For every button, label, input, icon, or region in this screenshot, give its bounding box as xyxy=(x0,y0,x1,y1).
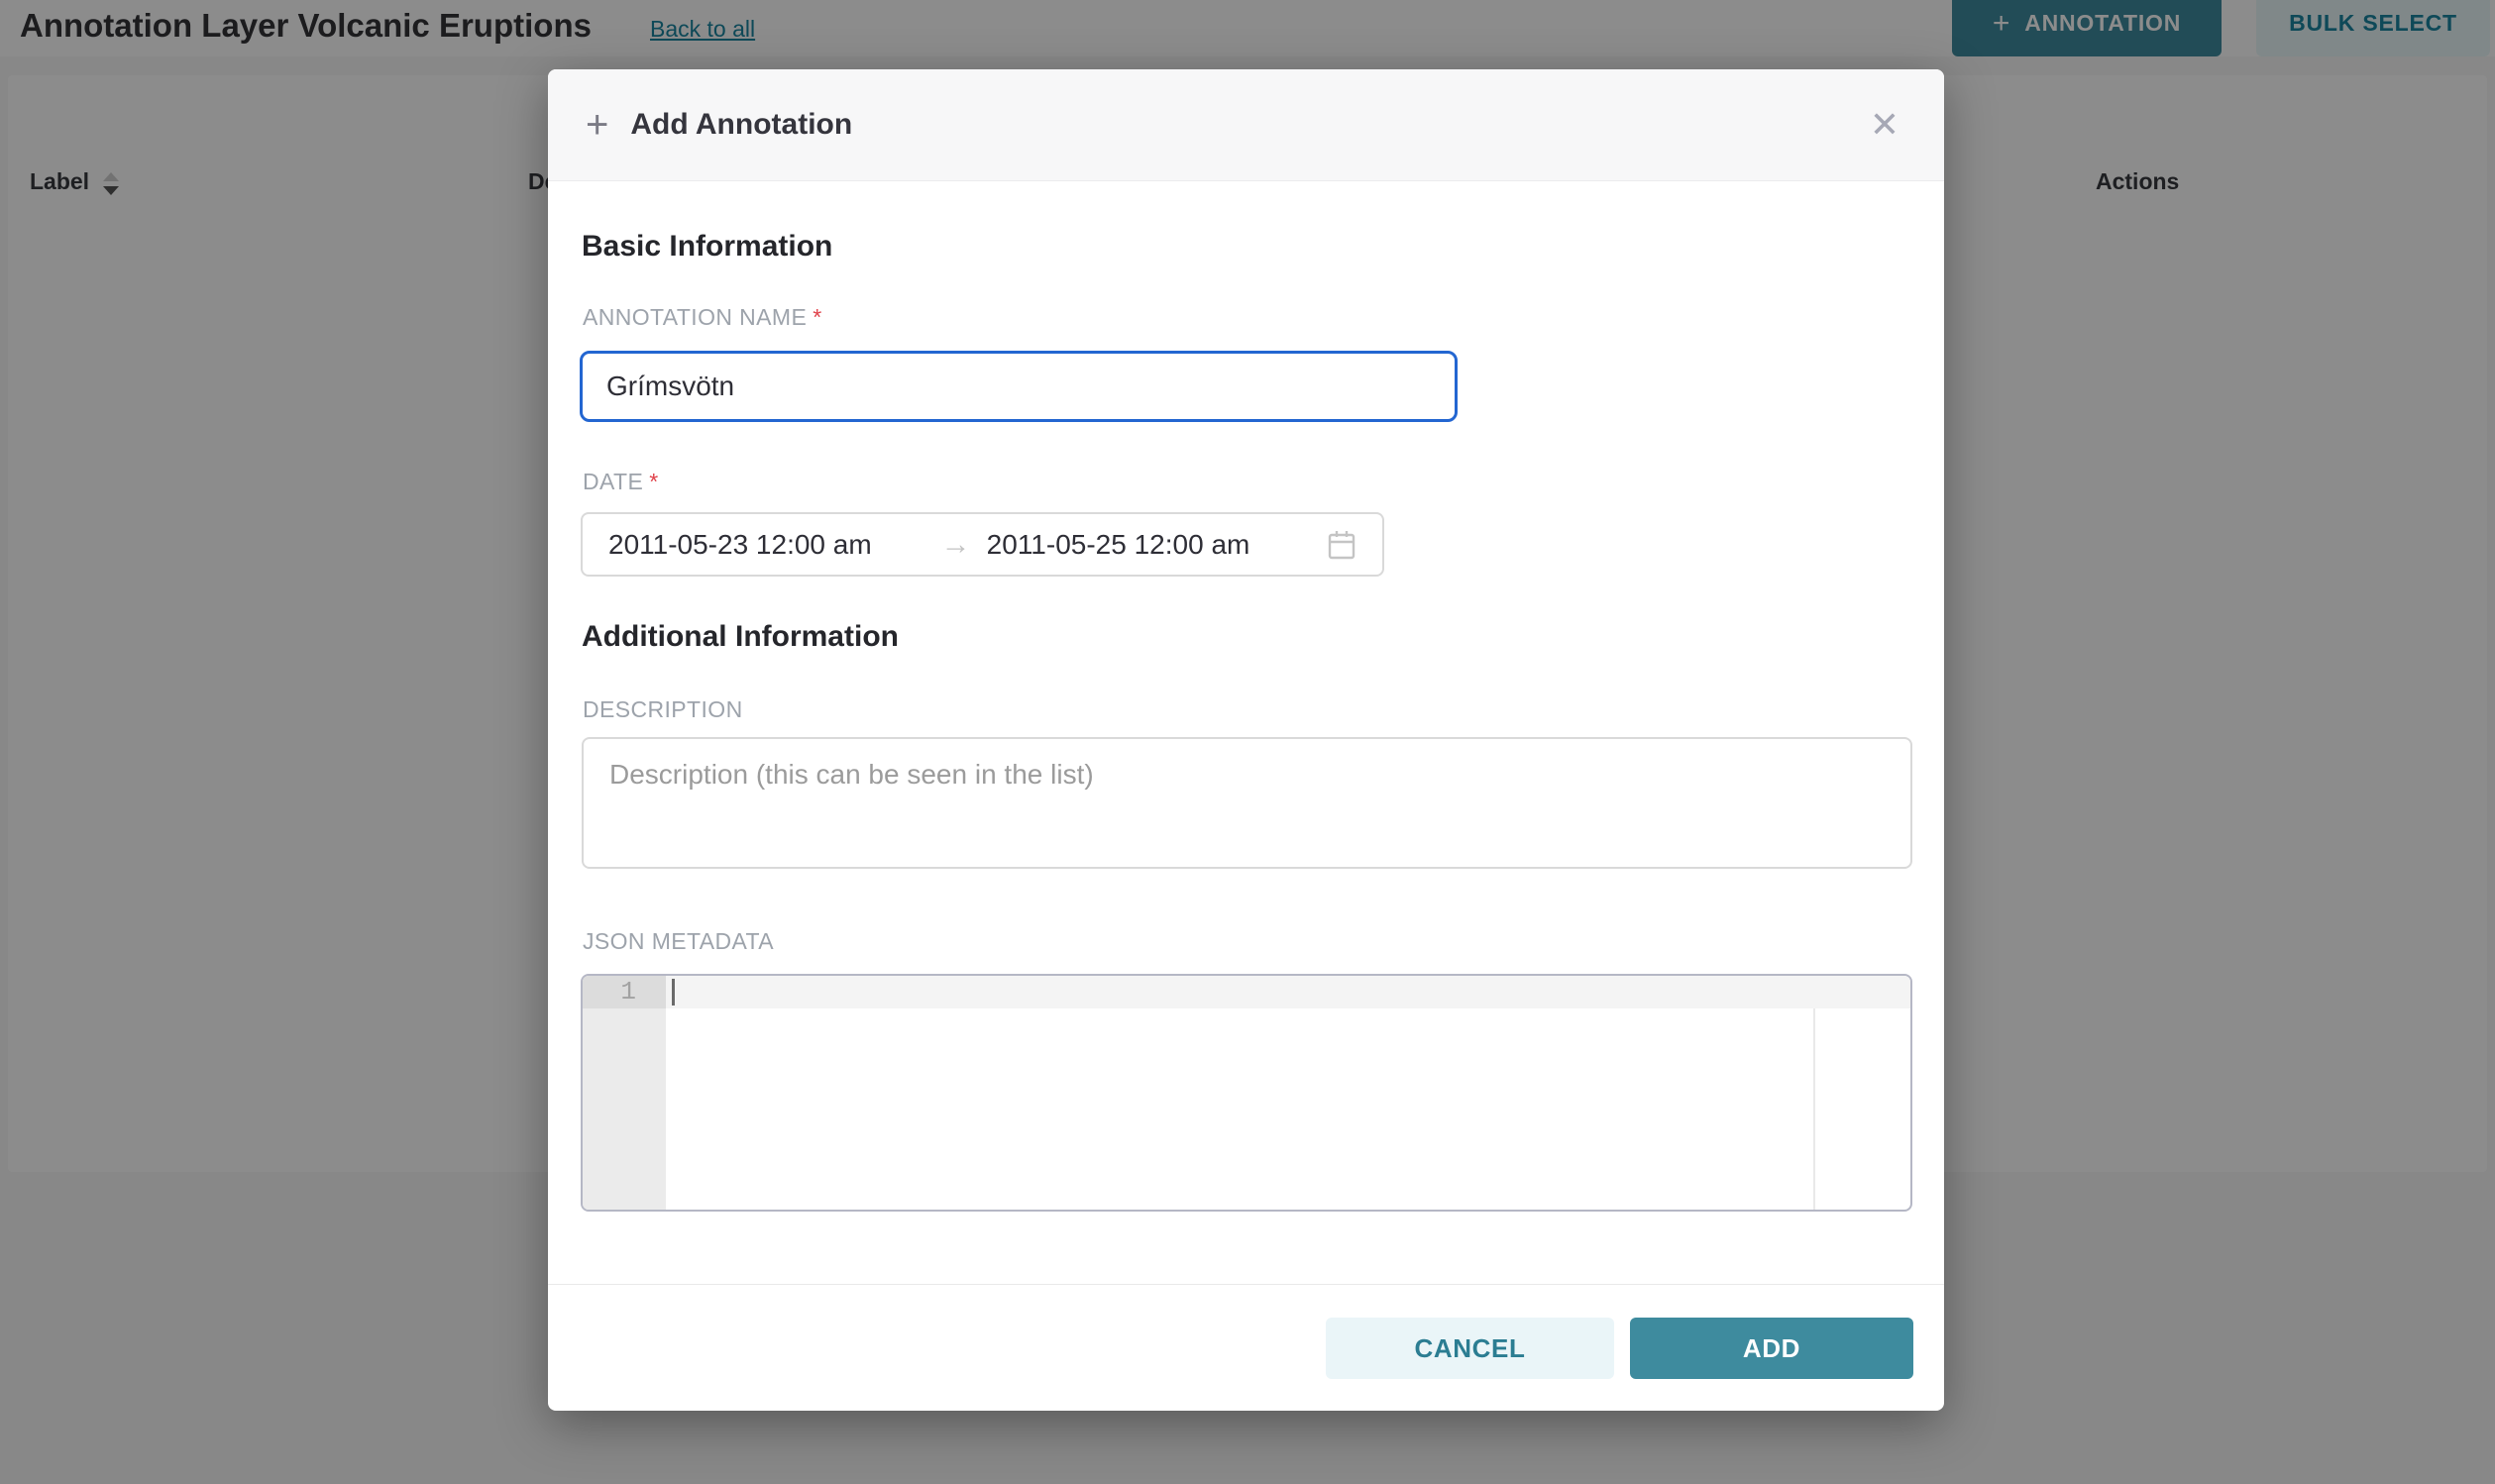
editor-cursor xyxy=(672,979,675,1006)
date-end-value[interactable]: 2011-05-25 12:00 am xyxy=(987,529,1250,561)
editor-active-line xyxy=(666,976,1910,1008)
annotation-name-input[interactable] xyxy=(580,351,1458,422)
annotation-name-label-text: ANNOTATION NAME xyxy=(583,304,807,330)
calendar-icon[interactable] xyxy=(1327,529,1356,561)
editor-print-margin xyxy=(1813,1008,1815,1210)
modal-header: + Add Annotation ✕ xyxy=(548,69,1944,181)
cancel-button[interactable]: CANCEL xyxy=(1326,1318,1614,1379)
json-metadata-label: JSON METADATA xyxy=(583,927,774,955)
modal-title: Add Annotation xyxy=(630,108,852,142)
required-asterisk: * xyxy=(813,304,821,330)
add-annotation-modal: + Add Annotation ✕ Basic Information ANN… xyxy=(548,69,1944,1411)
editor-line-number: 1 xyxy=(583,976,666,1008)
description-label: DESCRIPTION xyxy=(583,695,743,723)
date-range-picker[interactable]: 2011-05-23 12:00 am → 2011-05-25 12:00 a… xyxy=(581,512,1384,577)
add-button[interactable]: ADD xyxy=(1630,1318,1913,1379)
description-textarea[interactable] xyxy=(582,737,1912,869)
arrow-right-icon: → xyxy=(941,530,971,560)
json-metadata-editor[interactable]: 1 xyxy=(581,974,1912,1212)
editor-gutter xyxy=(583,976,666,1210)
annotation-name-label: ANNOTATION NAME* xyxy=(583,303,822,331)
date-label-text: DATE xyxy=(583,469,643,494)
close-icon[interactable]: ✕ xyxy=(1863,103,1906,147)
plus-icon: + xyxy=(586,105,608,145)
date-start-value[interactable]: 2011-05-23 12:00 am xyxy=(608,529,872,561)
date-label: DATE* xyxy=(583,468,659,495)
required-asterisk: * xyxy=(649,469,658,494)
section-additional-information: Additional Information xyxy=(582,618,899,656)
section-basic-information: Basic Information xyxy=(582,228,832,265)
footer-divider xyxy=(548,1284,1944,1285)
